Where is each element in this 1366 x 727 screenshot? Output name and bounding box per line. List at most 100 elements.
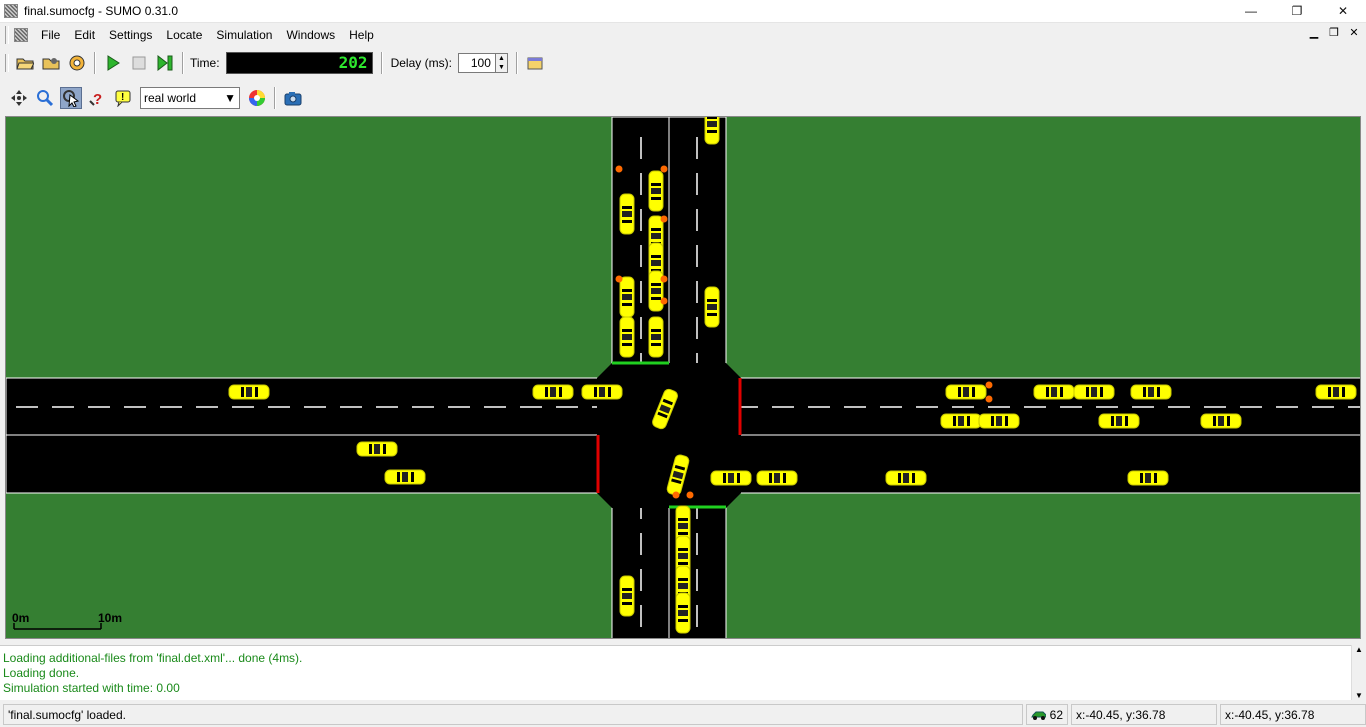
- close-button[interactable]: ✕: [1320, 0, 1366, 22]
- vehicle[interactable]: [978, 413, 1020, 429]
- menu-file[interactable]: File: [34, 24, 67, 46]
- geo-coords: x:-40.45, y:36.78: [1220, 704, 1366, 725]
- sumo-app-icon: [4, 4, 18, 18]
- open-folder-icon: [16, 58, 34, 70]
- vehicle[interactable]: [619, 316, 635, 358]
- minimize-button[interactable]: —: [1228, 0, 1274, 22]
- menu-help[interactable]: Help: [342, 24, 381, 46]
- view-toolbar: ? ! real world ▼: [0, 84, 1366, 112]
- open-network-icon: [42, 58, 60, 70]
- help-button[interactable]: ?: [86, 87, 108, 109]
- vehicle[interactable]: [704, 117, 720, 145]
- color-scheme-select[interactable]: real world ▼: [140, 87, 240, 109]
- menu-settings[interactable]: Settings: [102, 24, 159, 46]
- restore-button[interactable]: ❐: [1274, 0, 1320, 22]
- toolbar-separator: [515, 52, 518, 74]
- spin-up-icon[interactable]: ▲: [496, 54, 507, 63]
- locate-button[interactable]: [60, 87, 82, 109]
- vehicle[interactable]: [710, 470, 752, 486]
- simulation-view[interactable]: 0m 10m: [5, 116, 1361, 639]
- delay-spinner[interactable]: 100 ▲ ▼: [457, 53, 508, 73]
- vehicle[interactable]: [619, 193, 635, 235]
- edit-coloring-button[interactable]: [246, 87, 268, 109]
- scroll-up-icon[interactable]: ▲: [1355, 645, 1363, 654]
- toolbar-separator: [380, 52, 383, 74]
- menu-edit[interactable]: Edit: [67, 24, 102, 46]
- menu-windows[interactable]: Windows: [279, 24, 342, 46]
- scale-bar-start: 0m: [12, 611, 29, 625]
- vehicle[interactable]: [1130, 384, 1172, 400]
- vehicle[interactable]: [356, 441, 398, 457]
- mdi-doc-icon[interactable]: [14, 28, 28, 42]
- reload-button[interactable]: [66, 52, 88, 74]
- vehicle[interactable]: [940, 413, 982, 429]
- tooltip-icon: !: [115, 90, 131, 107]
- vehicle[interactable]: [619, 276, 635, 318]
- time-display: 202: [225, 52, 373, 74]
- tooltip-button[interactable]: !: [112, 87, 134, 109]
- vehicle[interactable]: [756, 470, 798, 486]
- vehicle-count: 62: [1026, 704, 1068, 725]
- vehicle[interactable]: [648, 270, 664, 312]
- chevron-down-icon: ▼: [224, 91, 236, 105]
- svg-text:!: !: [121, 92, 124, 103]
- brake-light: [660, 215, 668, 223]
- stop-icon: [132, 56, 146, 70]
- vehicle[interactable]: [1073, 384, 1115, 400]
- open-network-button[interactable]: [40, 52, 62, 74]
- vehicle[interactable]: [1098, 413, 1140, 429]
- run-button[interactable]: [102, 52, 124, 74]
- menu-bar: File Edit Settings Locate Simulation Win…: [0, 23, 1366, 47]
- recenter-icon: [11, 90, 27, 106]
- new-view-button[interactable]: [524, 52, 546, 74]
- vehicle[interactable]: [675, 592, 691, 634]
- delay-spin-arrows[interactable]: ▲ ▼: [495, 53, 508, 73]
- delay-input[interactable]: 100: [457, 53, 496, 73]
- vehicle[interactable]: [1315, 384, 1357, 400]
- vehicle[interactable]: [619, 575, 635, 617]
- recenter-button[interactable]: [8, 87, 30, 109]
- color-scheme-value: real world: [144, 91, 197, 105]
- vehicle[interactable]: [1127, 470, 1169, 486]
- car-icon: [1031, 711, 1046, 720]
- brake-light: [672, 491, 680, 499]
- scroll-down-icon[interactable]: ▼: [1355, 691, 1363, 700]
- vehicle[interactable]: [384, 469, 426, 485]
- vehicle[interactable]: [1033, 384, 1075, 400]
- menu-simulation[interactable]: Simulation: [209, 24, 279, 46]
- vehicle[interactable]: [648, 170, 664, 212]
- vehicle[interactable]: [945, 384, 987, 400]
- vehicle[interactable]: [228, 384, 270, 400]
- brake-light: [985, 395, 993, 403]
- mdi-restore-icon[interactable]: ❐: [1326, 26, 1342, 40]
- screenshot-button[interactable]: [282, 87, 304, 109]
- status-bar: 'final.sumocfg' loaded. 62 x:-40.45, y:3…: [0, 702, 1366, 727]
- road-network[interactable]: 0m 10m: [6, 117, 1361, 639]
- mdi-minimize-icon[interactable]: ▁: [1306, 26, 1322, 40]
- title-bar: final.sumocfg - SUMO 0.31.0 — ❐ ✕: [0, 0, 1366, 23]
- message-log: Loading additional-files from 'final.det…: [0, 645, 1351, 700]
- vehicle[interactable]: [1200, 413, 1242, 429]
- vehicle[interactable]: [581, 384, 623, 400]
- mdi-close-icon[interactable]: ✕: [1346, 26, 1362, 40]
- log-line: Loading additional-files from 'final.det…: [3, 651, 303, 665]
- brake-light: [660, 165, 668, 173]
- delay-label: Delay (ms):: [390, 56, 452, 70]
- open-folder-button[interactable]: [14, 52, 36, 74]
- zoom-button[interactable]: [34, 87, 56, 109]
- menu-locate[interactable]: Locate: [159, 24, 209, 46]
- toolbar-separator: [274, 87, 276, 109]
- stop-button[interactable]: [128, 52, 150, 74]
- vehicle[interactable]: [885, 470, 927, 486]
- reload-icon: [69, 55, 85, 71]
- mdi-controls: ▁ ❐ ✕: [1306, 26, 1362, 40]
- scale-bar-end: 10m: [98, 611, 122, 625]
- spin-down-icon[interactable]: ▼: [496, 63, 507, 72]
- vehicle[interactable]: [704, 286, 720, 328]
- step-button[interactable]: [154, 52, 176, 74]
- vehicle[interactable]: [532, 384, 574, 400]
- log-scrollbar[interactable]: ▲ ▼: [1351, 645, 1366, 700]
- step-icon: [157, 55, 173, 71]
- vehicle[interactable]: [648, 316, 664, 358]
- brake-light: [660, 275, 668, 283]
